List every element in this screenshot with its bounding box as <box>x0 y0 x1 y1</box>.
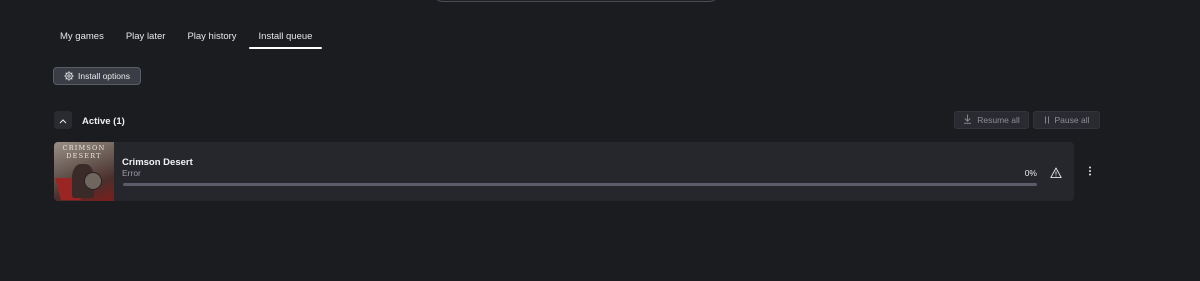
install-options-label: Install options <box>78 71 130 81</box>
library-tabs: My games Play later Play history Install… <box>50 28 323 52</box>
gear-icon <box>64 71 74 81</box>
install-options-button[interactable]: Install options <box>53 67 141 85</box>
game-title: Crimson Desert <box>122 157 193 168</box>
active-section-title: Active (1) <box>82 116 125 127</box>
thumbnail-title-line-2: DESERT <box>66 152 102 160</box>
pause-all-button[interactable]: Pause all <box>1033 111 1100 129</box>
more-options-button[interactable] <box>1082 165 1098 179</box>
game-status: Error <box>122 168 141 178</box>
resume-all-label: Resume all <box>977 115 1020 125</box>
pause-icon <box>1044 111 1050 129</box>
resume-all-button[interactable]: Resume all <box>954 111 1029 129</box>
queue-item[interactable]: CRIMSON DESERT Crimson Desert Error 0% <box>54 142 1074 201</box>
search-bar[interactable] <box>432 0 720 2</box>
thumbnail-shield <box>84 172 102 190</box>
more-vertical-icon <box>1088 163 1092 181</box>
progress-percent: 0% <box>1024 168 1037 178</box>
install-queue-page: My games Play later Play history Install… <box>0 0 1200 281</box>
thumbnail-title-line-1: CRIMSON <box>62 144 106 152</box>
tab-play-later[interactable]: Play later <box>116 28 176 48</box>
progress-bar <box>123 183 1037 186</box>
collapse-active-button[interactable] <box>54 111 72 129</box>
pause-all-label: Pause all <box>1054 115 1090 125</box>
tab-my-games[interactable]: My games <box>50 28 114 48</box>
download-arrow-icon <box>963 111 972 129</box>
game-thumbnail: CRIMSON DESERT <box>54 142 114 201</box>
warning-icon[interactable] <box>1050 166 1062 179</box>
tab-play-history[interactable]: Play history <box>177 28 246 48</box>
tab-install-queue[interactable]: Install queue <box>248 28 323 49</box>
chevron-up-icon <box>59 111 67 129</box>
